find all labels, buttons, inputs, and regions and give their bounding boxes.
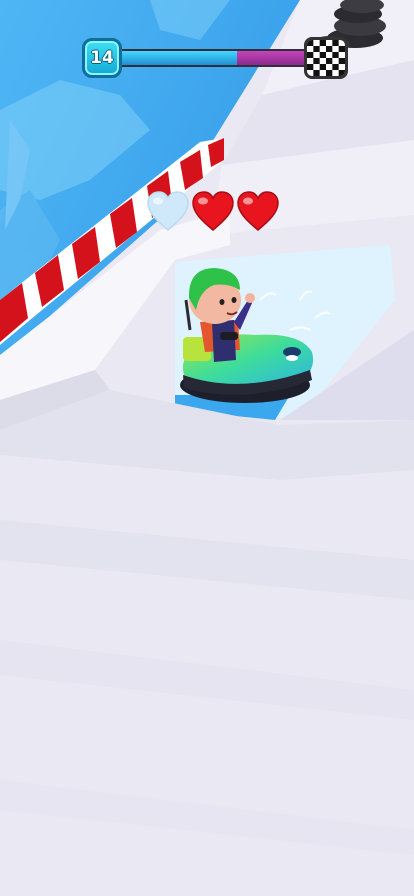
heart-lost-icon <box>147 191 189 231</box>
checkered-flag-icon <box>304 37 348 79</box>
lives-hearts <box>146 190 286 238</box>
heart-icon <box>237 191 279 231</box>
hud: 14 <box>0 0 414 120</box>
game-scene <box>0 0 414 896</box>
progress-fill <box>120 51 237 65</box>
level-progress-bar <box>118 49 310 67</box>
progress-remaining <box>236 51 308 65</box>
level-badge: 14 <box>82 38 122 78</box>
heart-icon <box>192 191 234 231</box>
level-number: 14 <box>90 48 114 68</box>
